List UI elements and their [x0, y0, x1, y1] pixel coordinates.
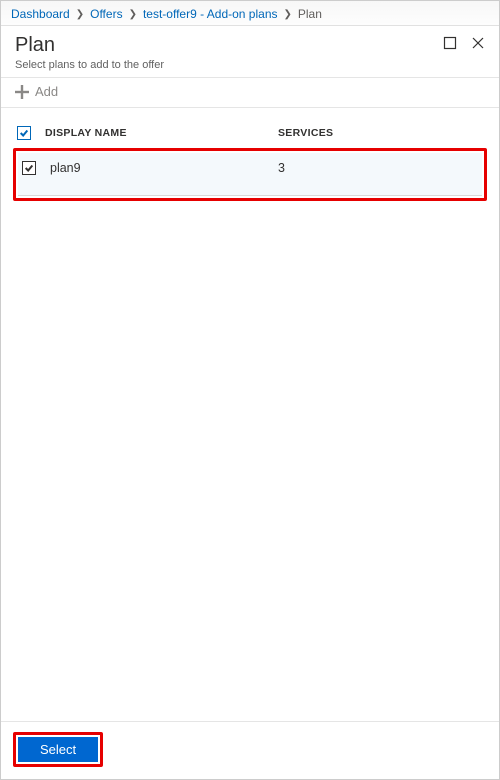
- blade-footer: Select: [1, 721, 499, 779]
- row-display-name: plan9: [50, 161, 278, 175]
- page-title: Plan: [15, 34, 431, 57]
- maximize-button[interactable]: [441, 34, 459, 52]
- select-all-checkbox[interactable]: [17, 126, 31, 140]
- breadcrumb: Dashboard ❯ Offers ❯ test-offer9 - Add-o…: [1, 1, 499, 26]
- row-services: 3: [278, 161, 478, 175]
- breadcrumb-item-offer-addon-plans[interactable]: test-offer9 - Add-on plans: [143, 7, 278, 21]
- chevron-right-icon: ❯: [74, 9, 86, 20]
- add-button[interactable]: Add: [15, 84, 58, 99]
- check-icon: [24, 163, 34, 173]
- chevron-right-icon: ❯: [282, 9, 294, 20]
- column-header-display-name[interactable]: DISPLAY NAME: [45, 127, 278, 139]
- page-subtitle: Select plans to add to the offer: [15, 59, 431, 71]
- table-header-row: DISPLAY NAME SERVICES: [13, 122, 487, 146]
- add-button-label: Add: [35, 84, 58, 99]
- column-header-services[interactable]: SERVICES: [278, 127, 483, 139]
- breadcrumb-item-offers[interactable]: Offers: [90, 7, 122, 21]
- table-row[interactable]: plan9 3: [18, 153, 482, 196]
- select-button[interactable]: Select: [18, 737, 98, 762]
- highlight-annotation: plan9 3: [13, 148, 487, 201]
- chevron-right-icon: ❯: [127, 9, 139, 20]
- blade-header: Plan Select plans to add to the offer: [1, 26, 499, 78]
- close-icon: [471, 36, 485, 50]
- maximize-icon: [443, 36, 457, 50]
- plans-table: DISPLAY NAME SERVICES plan9 3: [1, 108, 499, 721]
- row-checkbox[interactable]: [22, 161, 36, 175]
- highlight-annotation: Select: [13, 732, 103, 767]
- toolbar: Add: [1, 78, 499, 108]
- check-icon: [19, 128, 29, 138]
- breadcrumb-item-dashboard[interactable]: Dashboard: [11, 7, 70, 21]
- plus-icon: [15, 85, 29, 99]
- close-button[interactable]: [469, 34, 487, 52]
- breadcrumb-item-plan: Plan: [298, 7, 322, 21]
- blade-plan: Dashboard ❯ Offers ❯ test-offer9 - Add-o…: [0, 0, 500, 780]
